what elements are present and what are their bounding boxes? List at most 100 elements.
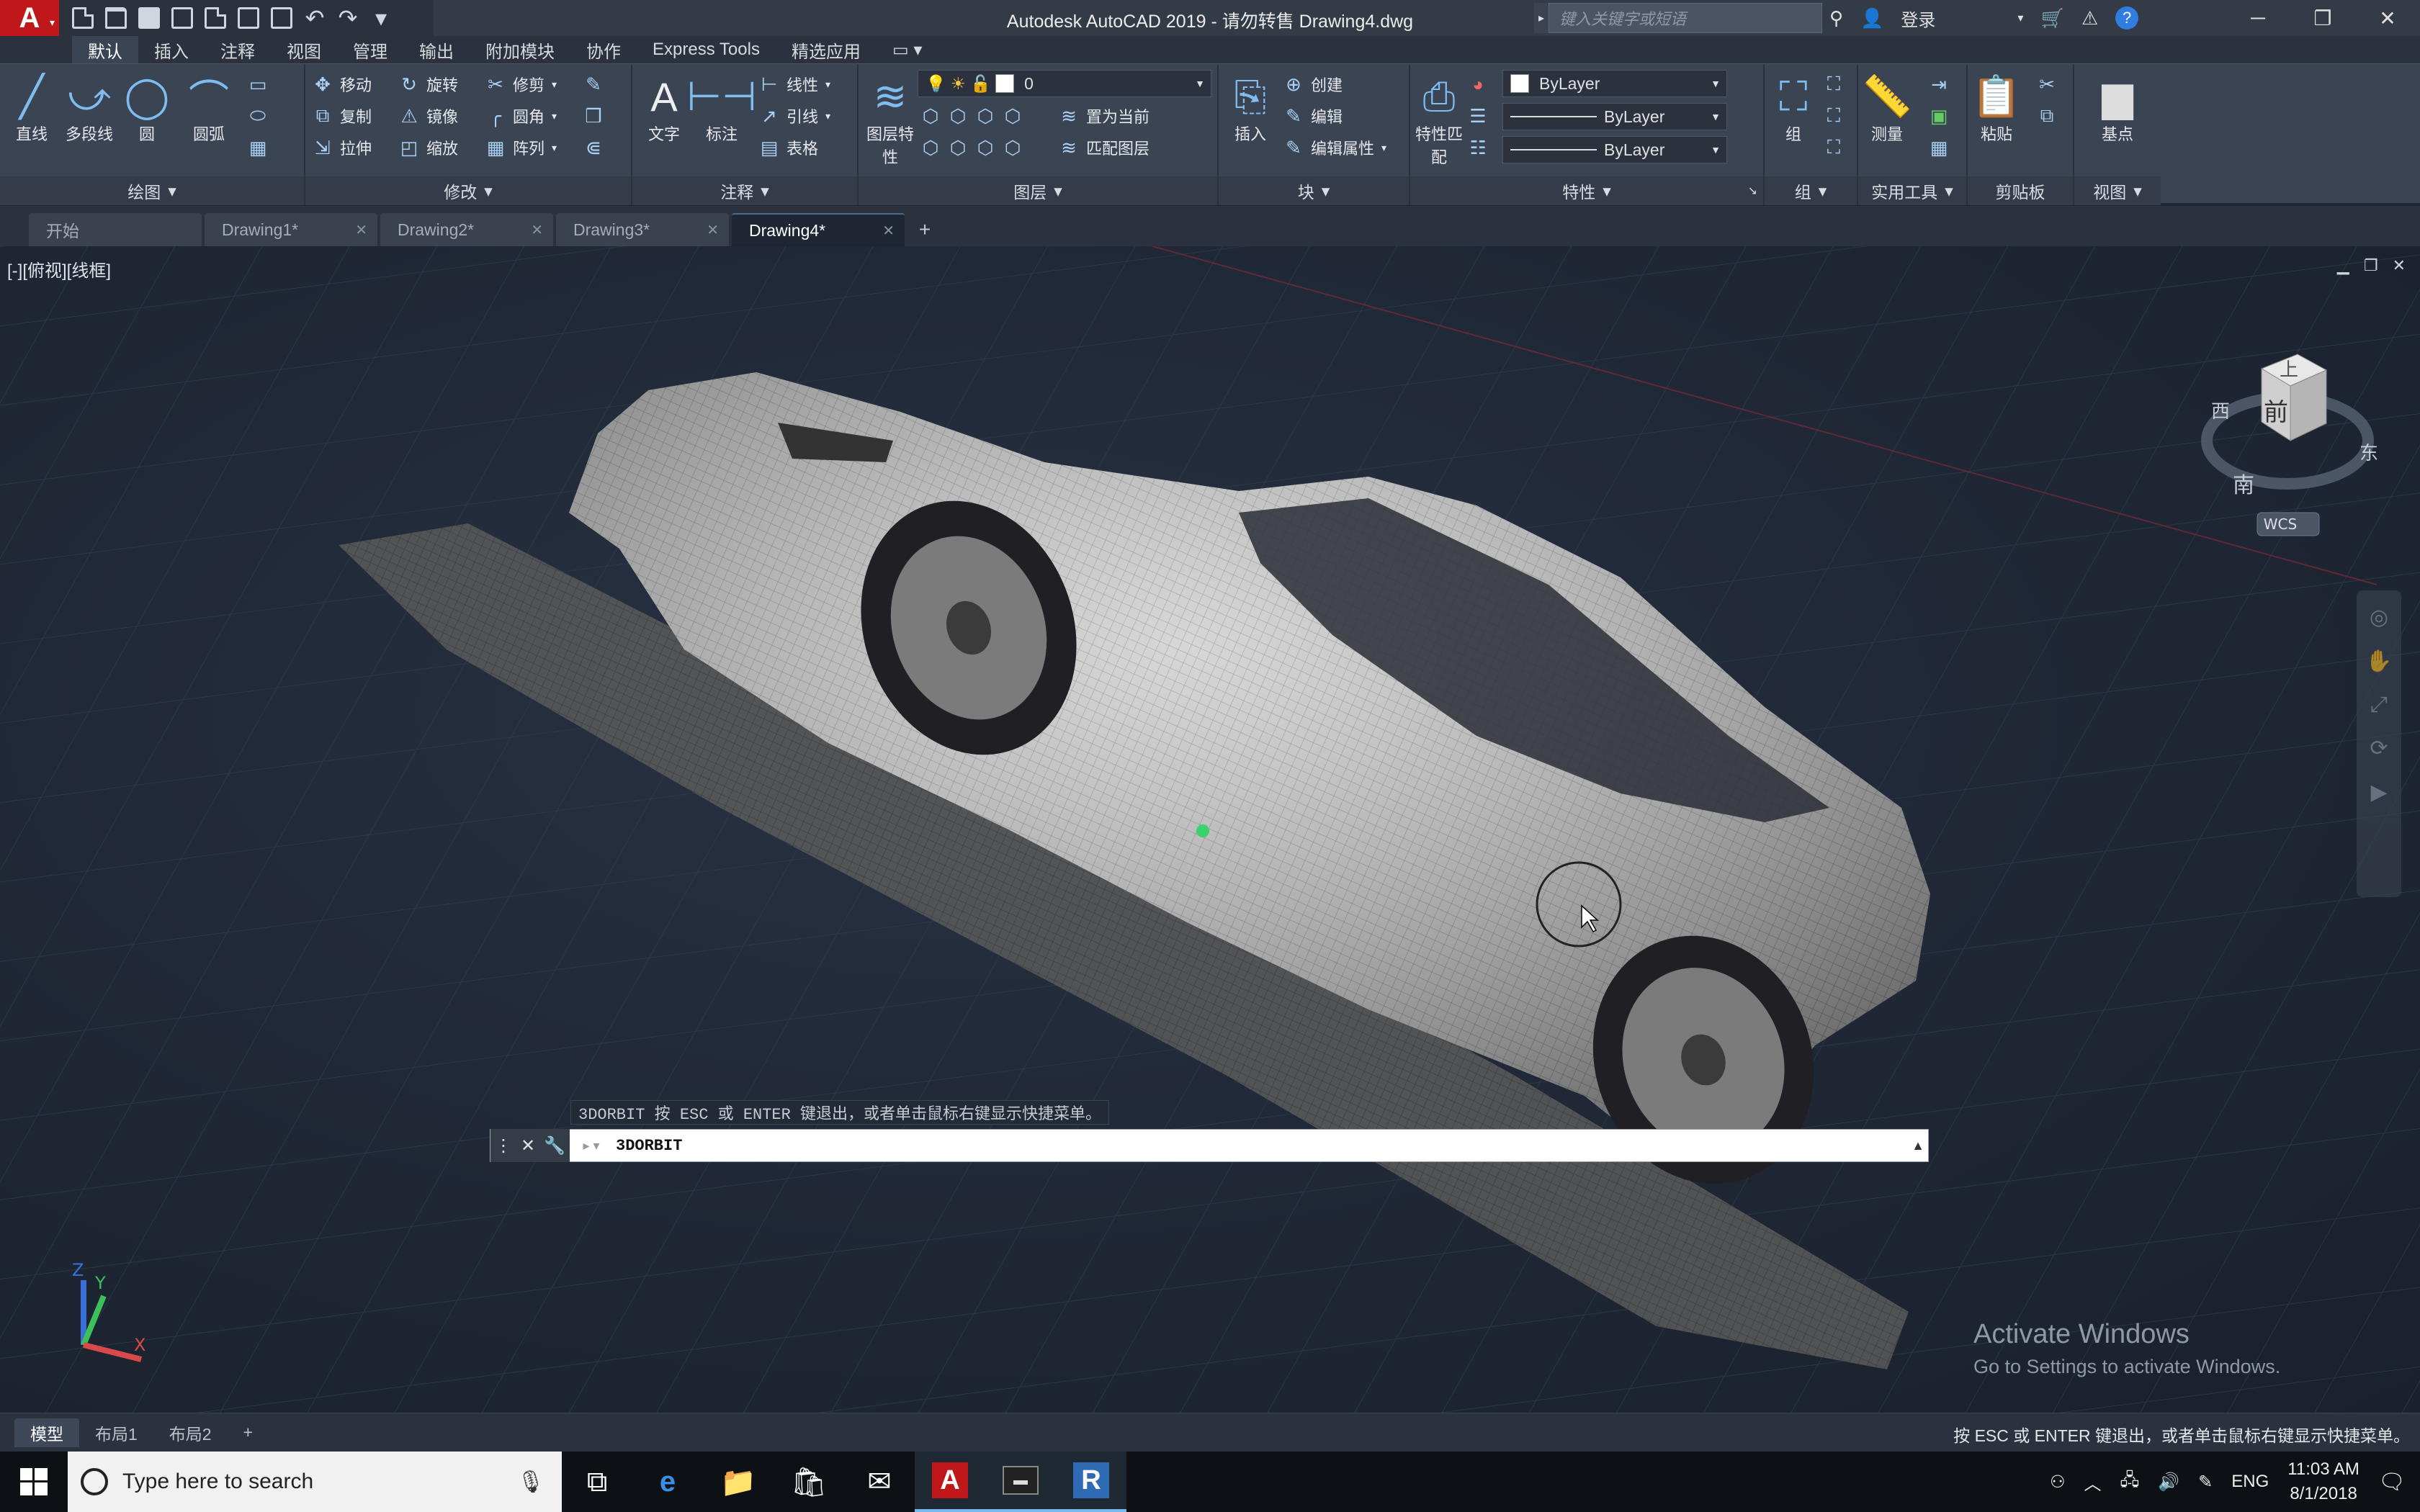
polyline-tool[interactable]: ⤻ 多段线 bbox=[60, 71, 118, 145]
store-icon[interactable]: 🛍 bbox=[774, 1452, 844, 1512]
pan-icon[interactable]: ✋ bbox=[2365, 649, 2392, 674]
dimension-tool[interactable]: ⊢⊣ 标注 bbox=[686, 71, 757, 145]
leader-tool[interactable]: ↗ 引线 ▾ bbox=[759, 102, 830, 130]
modify-panel-title[interactable]: 修改 ▾ bbox=[305, 176, 631, 205]
select-all-icon[interactable]: ▣ bbox=[1929, 102, 1949, 130]
zoom-extents-icon[interactable]: ⤢ bbox=[2370, 693, 2388, 717]
chevron-down-icon[interactable]: ▾ bbox=[2017, 11, 2023, 25]
start-button[interactable] bbox=[0, 1452, 68, 1512]
lineweight-dropdown[interactable]: ByLayer ▼ bbox=[1502, 136, 1727, 163]
grip-icon[interactable]: ⋮ bbox=[495, 1135, 512, 1156]
base-view-tool[interactable]: ▆ 基点 bbox=[2089, 71, 2146, 145]
ribbon-tab-output[interactable]: 输出 bbox=[403, 36, 470, 63]
dialog-launcher-icon[interactable]: ↘ bbox=[1748, 184, 1757, 198]
block-panel-title[interactable]: 块 ▾ bbox=[1219, 176, 1409, 205]
match-properties-tool[interactable]: ⎙ 特性匹配 bbox=[1410, 71, 1468, 168]
minimize-icon[interactable]: ─ bbox=[2226, 0, 2290, 36]
ungroup-icon[interactable]: ⛶ bbox=[1824, 70, 1844, 99]
network-icon[interactable]: 🖧 bbox=[2120, 1467, 2140, 1497]
layout-tab-1[interactable]: 布局1 bbox=[79, 1418, 153, 1447]
add-layout-button[interactable]: + bbox=[228, 1418, 269, 1447]
layer-freeze-icon[interactable]: ⬡ bbox=[975, 105, 995, 127]
offset-tool[interactable]: ⋐ bbox=[583, 133, 604, 162]
quick-select-icon[interactable]: ⇥ bbox=[1929, 70, 1949, 99]
hatch-tool[interactable]: ▦ bbox=[248, 133, 268, 162]
viewport-close-icon[interactable]: ✕ bbox=[2393, 256, 2406, 275]
save-as-icon[interactable] bbox=[171, 7, 193, 29]
viewport-restore-icon[interactable]: ❐ bbox=[2364, 256, 2378, 275]
ribbon-tab-annotate[interactable]: 注释 bbox=[205, 36, 271, 63]
open-file-icon[interactable] bbox=[105, 7, 127, 29]
viewcube[interactable]: 上 前 西 东 南 WCS bbox=[2190, 333, 2391, 549]
layer-unisolate-icon[interactable]: ⬡ bbox=[948, 137, 968, 159]
viewport-minimize-icon[interactable]: ▁ bbox=[2337, 256, 2349, 275]
login-button[interactable]: 登录 bbox=[1901, 6, 1935, 31]
close-icon[interactable]: ✕ bbox=[882, 222, 895, 240]
help-icon[interactable]: ? bbox=[2115, 6, 2139, 30]
insert-block-tool[interactable]: ⎘ 插入 bbox=[1222, 71, 1279, 145]
volume-icon[interactable]: 🔊 bbox=[2158, 1472, 2179, 1493]
layer-thaw-icon[interactable]: ⬡ bbox=[975, 137, 995, 159]
move-tool[interactable]: ✥ 移动 bbox=[313, 70, 372, 99]
close-icon[interactable]: ✕ bbox=[521, 1135, 535, 1156]
line-tool[interactable]: ╱ 直线 bbox=[3, 71, 60, 145]
layer-unlock-icon[interactable]: ⬡ bbox=[1003, 137, 1023, 159]
search-expand-icon[interactable]: ▸ bbox=[1534, 3, 1549, 33]
doc-tab-drawing2[interactable]: Drawing2* ✕ bbox=[380, 213, 553, 246]
mirror-tool[interactable]: ⚠ 镜像 bbox=[399, 102, 458, 130]
orbit-icon[interactable]: ⟳ bbox=[2370, 736, 2388, 761]
ribbon-tab-home[interactable]: 默认 bbox=[72, 36, 138, 63]
autodesk-exchange-icon[interactable]: ⚠ bbox=[2081, 7, 2098, 30]
layout-tab-model[interactable]: 模型 bbox=[14, 1418, 79, 1447]
doc-tab-drawing3[interactable]: Drawing3* ✕ bbox=[556, 213, 729, 246]
lineweight-icon[interactable]: ☷ bbox=[1468, 133, 1488, 162]
taskbar-search[interactable]: Type here to search 🎙 bbox=[68, 1452, 562, 1512]
notifications-icon[interactable]: 🗨 bbox=[2378, 1470, 2406, 1495]
group-edit-icon[interactable]: ⛶ bbox=[1824, 102, 1844, 130]
draw-panel-title[interactable]: 绘图 ▾ bbox=[0, 176, 304, 205]
close-icon[interactable]: ✕ bbox=[531, 221, 543, 239]
copy-clip-icon[interactable]: ⧉ bbox=[2037, 102, 2057, 130]
ribbon-tab-addins[interactable]: 附加模块 bbox=[470, 36, 570, 63]
recent-commands-icon[interactable]: ▸ ▾ bbox=[570, 1138, 613, 1153]
scale-tool[interactable]: ◰ 缩放 bbox=[399, 133, 458, 162]
ribbon-tab-collaborate[interactable]: 协作 bbox=[570, 36, 637, 63]
drawing-viewport[interactable]: [-][俯视][线框] ▁ ❐ ✕ 上 前 西 东 南 WCS ◎ ✋ ⤢ ⟳ … bbox=[0, 246, 2420, 1413]
linetype-dropdown[interactable]: ByLayer ▼ bbox=[1502, 103, 1727, 130]
close-icon[interactable]: ✕ bbox=[355, 221, 367, 239]
ribbon-tab-view[interactable]: 视图 bbox=[271, 36, 337, 63]
ribbon-tab-manage[interactable]: 管理 bbox=[337, 36, 403, 63]
calculator-icon[interactable]: ▦ bbox=[1929, 133, 1949, 162]
application-menu-button[interactable]: A ▾ bbox=[0, 0, 59, 36]
terminal-taskbar-icon[interactable]: ▬ bbox=[985, 1452, 1056, 1512]
show-hidden-icons-icon[interactable]: ︿ bbox=[2084, 1470, 2102, 1495]
redo-icon[interactable]: ↷ bbox=[337, 6, 359, 30]
text-tool[interactable]: A 文字 bbox=[635, 71, 693, 145]
user-icon[interactable]: 👤 bbox=[1860, 7, 1883, 30]
autocad-taskbar-icon[interactable]: A bbox=[915, 1452, 985, 1512]
fillet-tool[interactable]: ╭ 圆角 ▾ bbox=[485, 102, 557, 130]
ribbon-tab-express-tools[interactable]: Express Tools bbox=[637, 36, 776, 63]
array-tool[interactable]: ▦ 阵列 ▾ bbox=[485, 133, 557, 162]
erase-tool[interactable]: ✎ bbox=[583, 70, 604, 99]
layers-panel-title[interactable]: 图层 ▾ bbox=[859, 176, 1217, 205]
annotation-panel-title[interactable]: 注释 ▾ bbox=[632, 176, 857, 205]
close-icon[interactable]: ✕ bbox=[707, 221, 719, 239]
chevron-up-icon[interactable]: ▲ bbox=[1908, 1138, 1928, 1153]
rotate-tool[interactable]: ↻ 旋转 bbox=[399, 70, 458, 99]
layout-tab-2[interactable]: 布局2 bbox=[153, 1418, 228, 1447]
explode-tool[interactable]: ❒ bbox=[583, 102, 604, 130]
clipboard-panel-title[interactable]: 剪贴板 bbox=[1968, 176, 2073, 205]
rectangle-tool[interactable]: ▭ bbox=[248, 70, 268, 99]
group-select-icon[interactable]: ⛶ bbox=[1824, 133, 1844, 162]
new-file-icon[interactable] bbox=[72, 7, 94, 29]
cart-icon[interactable]: 🛒 bbox=[2040, 7, 2063, 30]
ribbon-tab-insert[interactable]: 插入 bbox=[138, 36, 205, 63]
stretch-tool[interactable]: ⇲ 拉伸 bbox=[313, 133, 372, 162]
layer-off-icon[interactable]: ⬡ bbox=[920, 105, 941, 127]
arc-tool[interactable]: ⌒ 圆弧 bbox=[180, 71, 238, 145]
layer-on-icon[interactable]: ⬡ bbox=[920, 137, 941, 159]
doc-tab-drawing1[interactable]: Drawing1* ✕ bbox=[205, 213, 377, 246]
save-icon[interactable] bbox=[138, 7, 160, 29]
copy-tool[interactable]: ⧉ 复制 bbox=[313, 102, 372, 130]
